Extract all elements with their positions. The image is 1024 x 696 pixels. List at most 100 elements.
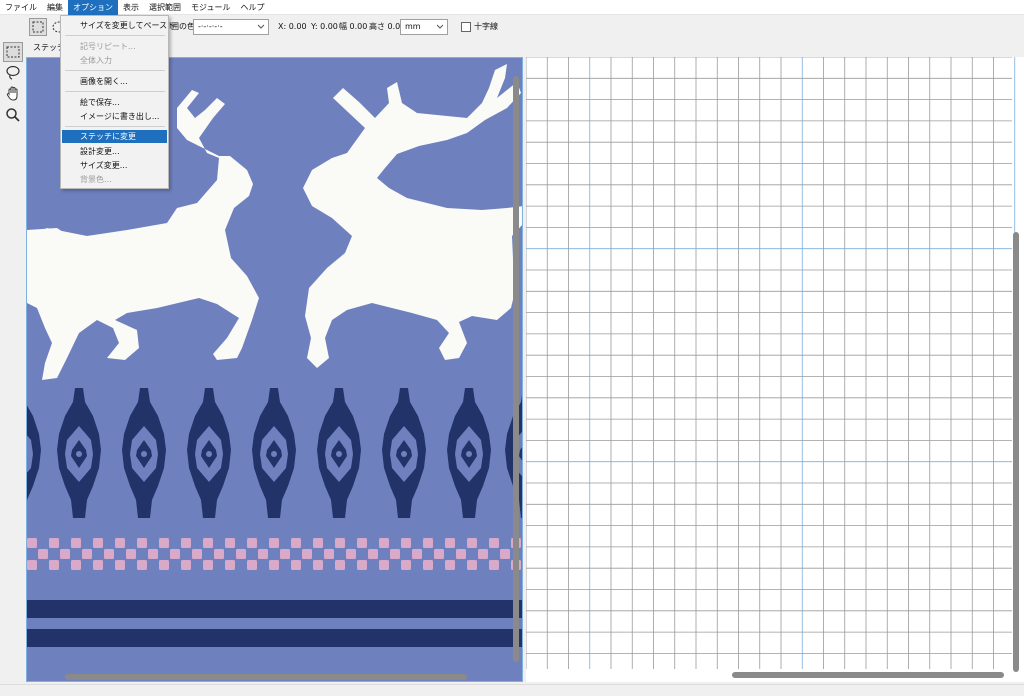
checker-cell (456, 549, 466, 559)
crosshair-checkbox[interactable] (461, 22, 471, 32)
checker-cell (159, 560, 169, 570)
menu-options[interactable]: オプション (68, 0, 118, 15)
checker-cell (302, 549, 312, 559)
menu-separator (65, 91, 165, 92)
checker-cell (280, 549, 290, 559)
stripe-2 (27, 629, 522, 647)
checker-cell (379, 538, 389, 548)
menu-item-background-color[interactable]: 背景色... (62, 173, 167, 186)
width-value: 幅 0.00 (339, 22, 368, 31)
rect-select-tool[interactable] (3, 42, 23, 62)
checker-cell (214, 549, 224, 559)
checker-cell (379, 560, 389, 570)
checker-cell (71, 538, 81, 548)
menu-item-size-change[interactable]: サイズ変更... (62, 159, 167, 172)
menu-item-fill-all[interactable]: 全体入力 (62, 54, 167, 67)
checker-cell (368, 549, 378, 559)
unit-select[interactable]: mm (400, 19, 448, 35)
design-vertical-scrollbar[interactable] (513, 76, 519, 662)
grid-lines (526, 57, 1024, 682)
lasso-icon (6, 65, 20, 80)
checker-cell (181, 560, 191, 570)
checker-cell (247, 560, 257, 570)
menu-view[interactable]: 表示 (118, 0, 144, 15)
hand-tool[interactable] (3, 84, 23, 104)
options-dropdown-menu: サイズを変更してペースト 記号リピート... 全体入力 画像を開く... 絵で保… (60, 15, 175, 189)
menu-edit[interactable]: 編集 (42, 0, 68, 15)
checker-cell (335, 538, 345, 548)
zoom-tool[interactable] (3, 105, 23, 125)
menu-separator (65, 70, 165, 71)
checker-cell (126, 549, 136, 559)
menubar: ファイル 編集 オプション 表示 選択範囲 モジュール ヘルプ (0, 0, 1024, 15)
hand-icon (6, 86, 18, 101)
grid-background (526, 57, 1024, 682)
menu-item-resize-paste[interactable]: サイズを変更してペースト (62, 19, 175, 32)
checker-cell (291, 538, 301, 548)
checker-cell (137, 538, 147, 548)
checker-cell (225, 538, 235, 548)
checker-cell (137, 560, 147, 570)
checker-cell (445, 538, 455, 548)
checker-cell (313, 538, 323, 548)
checker-cell (467, 538, 477, 548)
checker-cell (203, 538, 213, 548)
rect-select-tool-button[interactable] (29, 18, 47, 36)
checker-cell (60, 549, 70, 559)
menu-item-symbol-repeat[interactable]: 記号リピート... (62, 40, 167, 53)
checker-cell (357, 560, 367, 570)
checker-cell (291, 560, 301, 570)
checker-cell (412, 549, 422, 559)
checker-cell (500, 549, 510, 559)
menu-help[interactable]: ヘルプ (235, 0, 269, 15)
checker-cell (258, 549, 268, 559)
grid-vertical-scrollbar[interactable] (1013, 232, 1019, 672)
checker-cell (170, 549, 180, 559)
menu-item-save-as-picture[interactable]: 絵で保存... (62, 96, 167, 109)
menu-separator (65, 126, 165, 127)
design-horizontal-scrollbar[interactable] (65, 674, 467, 680)
menu-file[interactable]: ファイル (0, 0, 42, 15)
checker-cell (269, 560, 279, 570)
menu-item-convert-to-stitch[interactable]: ステッチに変更 (62, 130, 167, 143)
checker-cell (93, 538, 103, 548)
unit-value: mm (405, 22, 421, 31)
checker-cell (115, 560, 125, 570)
checker-cell (38, 549, 48, 559)
checker-cell (346, 549, 356, 559)
menu-separator (65, 35, 165, 36)
checker-cell (115, 538, 125, 548)
checker-cell (71, 560, 81, 570)
checker-cell (104, 549, 114, 559)
tool-palette (0, 39, 26, 679)
zoom-icon (6, 108, 20, 122)
checker-cell (49, 560, 59, 570)
menu-item-design-change[interactable]: 設計変更... (62, 145, 167, 158)
menu-item-export-image[interactable]: イメージに書き出し... (62, 110, 167, 123)
checker-cell (522, 549, 523, 559)
menu-selection[interactable]: 選択範囲 (144, 0, 186, 15)
checker-cell (236, 549, 246, 559)
crosshair-label: 十字線 (474, 22, 498, 31)
lasso-tool[interactable] (3, 63, 23, 83)
checker-cell (159, 538, 169, 548)
checker-cell (82, 549, 92, 559)
checker-cell (49, 538, 59, 548)
checker-cell (148, 549, 158, 559)
checker-cell (269, 538, 279, 548)
checker-cell (247, 538, 257, 548)
checker-cell (467, 560, 477, 570)
menu-item-open-image[interactable]: 画像を開く... (62, 75, 167, 88)
line-style-select[interactable]: -·-·-·-·- (193, 19, 269, 35)
menu-module[interactable]: モジュール (186, 0, 235, 15)
chevron-down-icon (257, 24, 265, 29)
stitch-grid-canvas[interactable] (526, 57, 1024, 682)
checker-cell (192, 549, 202, 559)
checker-cell (313, 560, 323, 570)
stitch-grid (526, 57, 1024, 682)
checker-cell (401, 560, 411, 570)
grid-horizontal-scrollbar[interactable] (732, 672, 1004, 678)
checker-cell (27, 538, 37, 548)
line-style-value: -·-·-·-·- (198, 22, 223, 31)
checker-cell (489, 538, 499, 548)
